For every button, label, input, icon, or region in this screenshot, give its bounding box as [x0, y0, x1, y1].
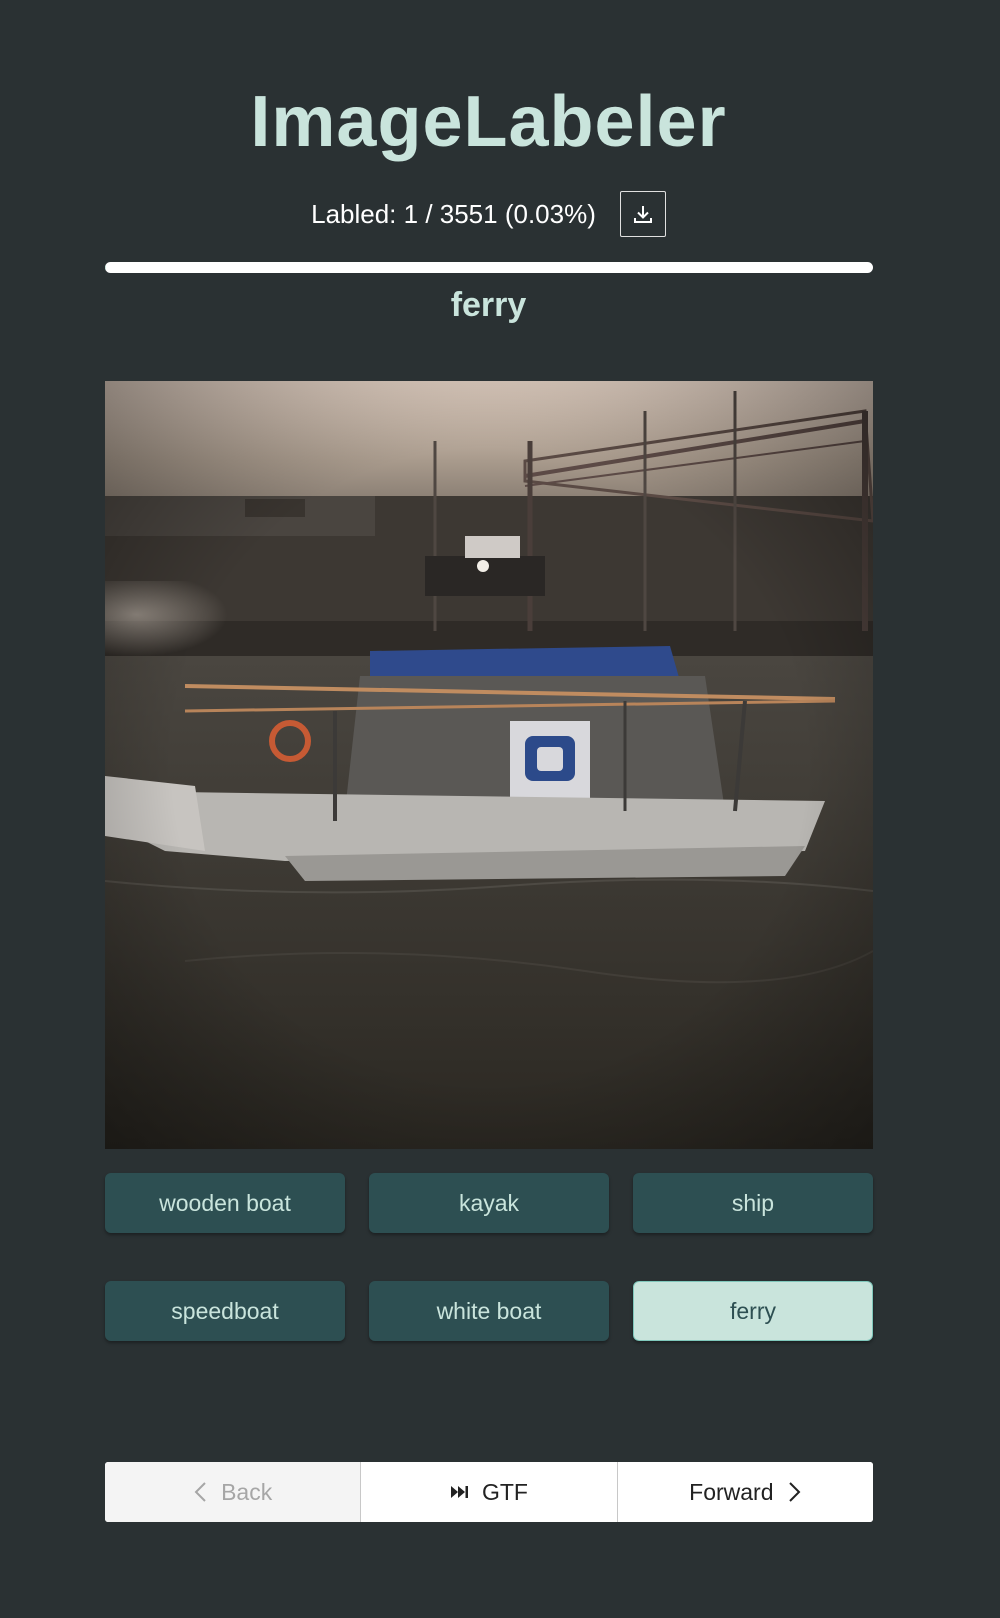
gtf-button[interactable]: GTF — [360, 1462, 617, 1522]
progress-row: Labled: 1 / 3551 (0.03%) — [0, 190, 977, 238]
label-button-white-boat[interactable]: white boat — [369, 1281, 609, 1341]
download-icon — [633, 206, 652, 223]
back-button[interactable]: Back — [105, 1462, 361, 1522]
label-button-kayak[interactable]: kayak — [369, 1173, 609, 1233]
boat-photo — [105, 381, 873, 1149]
image-labeler-page: ImageLabeler Labled: 1 / 3551 (0.03%) fe… — [0, 0, 1000, 1618]
progress-bar — [105, 262, 873, 273]
forward-button[interactable]: Forward — [616, 1462, 873, 1522]
label-button-speedboat[interactable]: speedboat — [105, 1281, 345, 1341]
label-button-wooden-boat[interactable]: wooden boat — [105, 1173, 345, 1233]
label-button-ferry[interactable]: ferry — [633, 1281, 873, 1341]
forward-button-label: Forward — [689, 1478, 774, 1505]
navigation-bar: Back GTF Forward — [105, 1462, 873, 1522]
current-label: ferry — [450, 286, 527, 324]
progress-text: Labled: 1 / 3551 (0.03%) — [311, 198, 596, 229]
chevron-right-icon — [788, 1482, 800, 1502]
back-button-label: Back — [221, 1478, 273, 1505]
label-button-ship[interactable]: ship — [633, 1173, 873, 1233]
download-button[interactable] — [619, 191, 666, 237]
app-title: ImageLabeler — [250, 82, 727, 162]
chevron-left-icon — [194, 1482, 206, 1502]
labeled-image — [105, 381, 873, 1149]
gtf-button-label: GTF — [481, 1478, 528, 1505]
skip-forward-icon — [450, 1486, 468, 1498]
label-options: wooden boat kayak ship speedboat white b… — [105, 1173, 873, 1341]
